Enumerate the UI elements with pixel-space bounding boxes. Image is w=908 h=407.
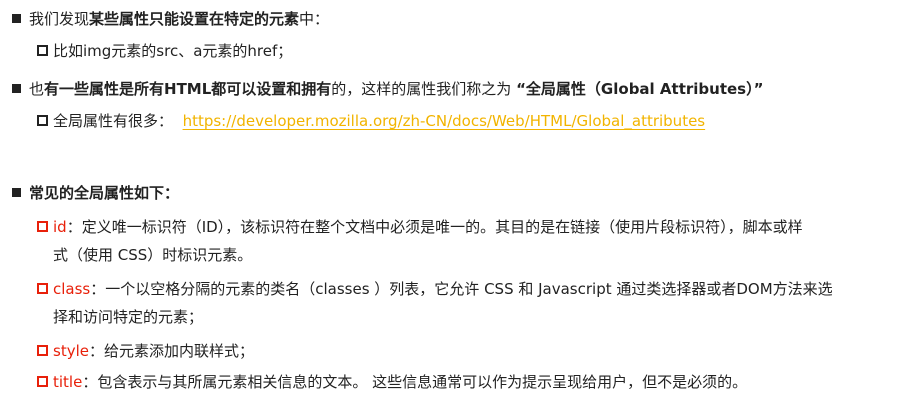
- section1-post: 中：: [299, 10, 330, 28]
- attr-style-term: style: [53, 342, 89, 360]
- global-attributes-link[interactable]: https://developer.mozilla.org/zh-CN/docs…: [183, 112, 706, 130]
- hollow-square-bullet-icon: [37, 345, 48, 356]
- section1-sub-line: 比如img元素的src、a元素的href；: [37, 40, 292, 62]
- attr-class-line2: 择和访问特定的元素；: [53, 306, 203, 328]
- section1-sub: 比如img元素的src、a元素的href；: [53, 42, 293, 60]
- attr-class-term: class: [53, 280, 91, 298]
- hollow-square-bullet-icon: [37, 221, 48, 232]
- attr-id-line2: 式（使用 CSS）时标识元素。: [53, 244, 252, 266]
- section1-line: 我们发现某些属性只能设置在特定的元素中：: [12, 8, 329, 30]
- attr-class-line: class：一个以空格分隔的元素的类名（classes ）列表，它允许 CSS …: [37, 278, 833, 300]
- section2-mid: 的，这样的属性我们称之为: [331, 80, 517, 98]
- attr-title-desc: ：包含表示与其所属元素相关信息的文本。 这些信息通常可以作为提示呈现给用户，但不…: [82, 373, 748, 391]
- section2-pre: 也: [29, 80, 45, 98]
- attr-id-term: id: [53, 218, 67, 236]
- section1-bold: 某些属性只能设置在特定的元素: [89, 10, 300, 28]
- square-bullet-icon: [12, 14, 21, 23]
- section2-line: 也有一些属性是所有HTML都可以设置和拥有的，这样的属性我们称之为 “全局属性（…: [12, 78, 763, 100]
- section2-sub-line: 全局属性有很多： https://developer.mozilla.org/z…: [37, 110, 705, 132]
- hollow-square-bullet-icon: [37, 115, 48, 126]
- section2-bold: 有一些属性是所有HTML都可以设置和拥有: [44, 80, 332, 98]
- section1-pre: 我们发现: [29, 10, 90, 28]
- section3-heading: 常见的全局属性如下：: [29, 184, 180, 202]
- hollow-square-bullet-icon: [37, 376, 48, 387]
- attr-title-term: title: [53, 373, 83, 391]
- attr-id-desc: ：定义唯一标识符（ID），该标识符在整个文档中必须是唯一的。其目的是在链接（使用…: [66, 218, 803, 236]
- hollow-square-bullet-icon: [37, 283, 48, 294]
- section2-quote: “全局属性（Global Attributes）”: [516, 80, 764, 98]
- section2-sub-label: 全局属性有很多：: [53, 112, 174, 130]
- square-bullet-icon: [12, 84, 21, 93]
- section3-heading-line: 常见的全局属性如下：: [12, 182, 179, 204]
- attr-class-desc-cont: 择和访问特定的元素；: [53, 308, 204, 326]
- attr-style-desc: ：给元素添加内联样式；: [88, 342, 254, 360]
- attr-id-desc-cont: 式（使用 CSS）时标识元素。: [53, 246, 253, 264]
- attr-class-desc: ：一个以空格分隔的元素的类名（classes ）列表，它允许 CSS 和 Jav…: [90, 280, 833, 298]
- attr-title-line: title：包含表示与其所属元素相关信息的文本。 这些信息通常可以作为提示呈现给…: [37, 371, 747, 393]
- attr-id-line: id：定义唯一标识符（ID），该标识符在整个文档中必须是唯一的。其目的是在链接（…: [37, 216, 803, 238]
- square-bullet-icon: [12, 188, 21, 197]
- attr-style-line: style：给元素添加内联样式；: [37, 340, 254, 362]
- hollow-square-bullet-icon: [37, 45, 48, 56]
